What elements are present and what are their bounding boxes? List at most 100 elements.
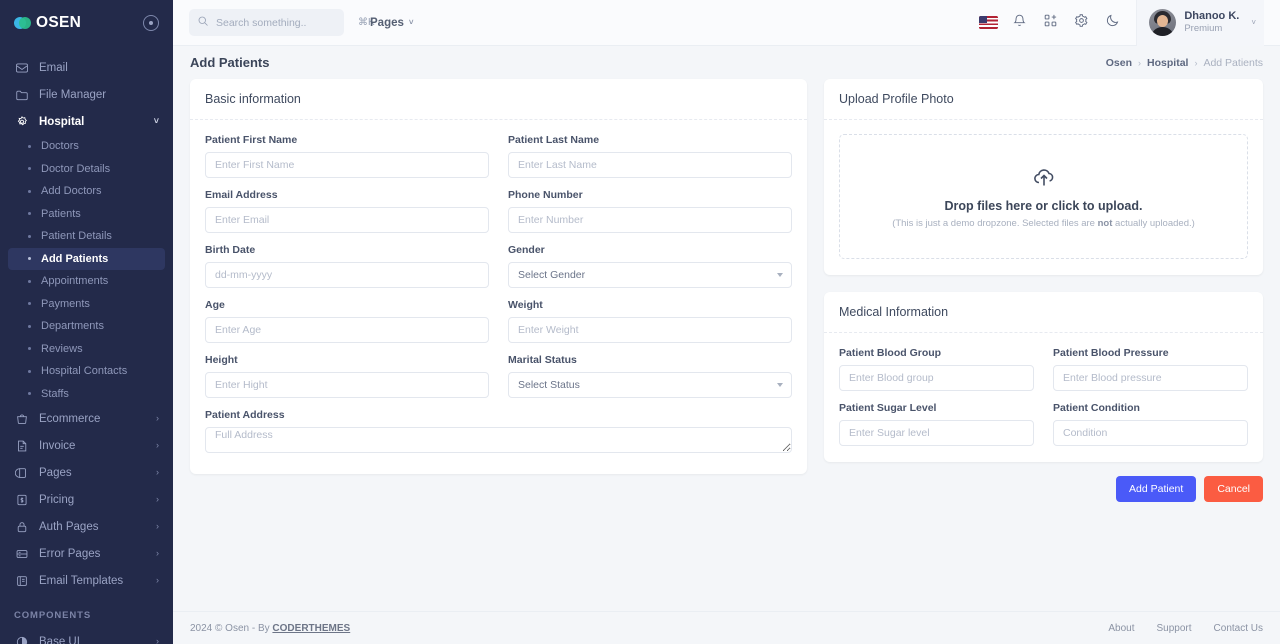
search-input[interactable]: [216, 16, 351, 29]
sidebar-collapse-toggle-icon[interactable]: [143, 15, 159, 31]
chevron-down-icon: ˅: [408, 18, 414, 27]
field-weight: Weight: [508, 299, 792, 343]
sidebar-item-pricing[interactable]: Pricing ›: [0, 486, 173, 513]
sidebar-subitem-doctors[interactable]: Doctors: [8, 135, 165, 158]
language-selector-button[interactable]: [973, 0, 1004, 46]
sidebar-subitem-patient-details[interactable]: Patient Details: [8, 225, 165, 248]
add-patient-button[interactable]: Add Patient: [1116, 476, 1197, 502]
dropzone[interactable]: Drop files here or click to upload. (Thi…: [839, 134, 1248, 259]
patient-first-name-input[interactable]: [205, 152, 489, 178]
email-address-input[interactable]: [205, 207, 489, 233]
dark-mode-toggle[interactable]: [1097, 0, 1128, 46]
field-age: Age: [205, 299, 489, 343]
sidebar-subitem-departments[interactable]: Departments: [8, 315, 165, 338]
gender-select[interactable]: [508, 262, 792, 288]
sidebar-subitem-hospital-contacts[interactable]: Hospital Contacts: [8, 360, 165, 383]
sidebar-subitem-payments[interactable]: Payments: [8, 293, 165, 316]
birth-date-input[interactable]: [205, 262, 489, 288]
field-height: Height: [205, 354, 489, 398]
sidebar-subitem-staffs[interactable]: Staffs: [8, 383, 165, 406]
notifications-button[interactable]: [1004, 0, 1035, 46]
search-box[interactable]: ⌘K: [189, 9, 375, 36]
patient-blood-pressure-input[interactable]: [1053, 365, 1248, 391]
sidebar-item-label: Error Pages: [39, 547, 101, 560]
chevron-right-icon: ›: [156, 548, 159, 558]
sidebar-item-base-ui[interactable]: Base UI ›: [0, 628, 173, 644]
sidebar-brand[interactable]: OSEN: [0, 0, 173, 46]
age-input[interactable]: [205, 317, 489, 343]
pricing-icon: [14, 492, 29, 507]
chevron-down-icon: ˅: [153, 116, 159, 126]
marital-status-select[interactable]: [508, 372, 792, 398]
breadcrumb-item-osen[interactable]: Osen: [1106, 57, 1132, 69]
form-row: Patient Blood Group Patient Blood Pressu…: [839, 347, 1248, 402]
logo[interactable]: OSEN: [14, 14, 81, 32]
chevron-right-icon: ›: [156, 440, 159, 450]
patient-sugar-level-input[interactable]: [839, 420, 1034, 446]
bell-icon: [1012, 13, 1027, 33]
field-label: Age: [205, 299, 225, 311]
weight-input[interactable]: [508, 317, 792, 343]
sidebar-subitem-label: Reviews: [41, 342, 83, 355]
sidebar-subitem-add-doctors[interactable]: Add Doctors: [8, 180, 165, 203]
field-label: Patient Sugar Level: [839, 402, 937, 414]
footer-brand-link[interactable]: CODERTHEMES: [272, 623, 350, 634]
sidebar-subitem-label: Patients: [41, 207, 81, 220]
field-label: Patient Blood Group: [839, 347, 942, 359]
sidebar-item-hospital[interactable]: Hospital ˅: [0, 108, 173, 135]
sidebar-item-label: Invoice: [39, 439, 76, 452]
height-input[interactable]: [205, 372, 489, 398]
main-area: ⌘K Pages ˅: [173, 0, 1280, 644]
invoice-icon: [14, 438, 29, 453]
topbar-actions: Dhanoo K. Premium ˅: [973, 0, 1264, 46]
cancel-button[interactable]: Cancel: [1204, 476, 1263, 502]
sidebar-subitem-label: Patient Details: [41, 230, 112, 243]
sidebar-item-invoice[interactable]: Invoice ›: [0, 432, 173, 459]
breadcrumb-item-hospital[interactable]: Hospital: [1147, 57, 1188, 69]
sidebar-subitem-appointments[interactable]: Appointments: [8, 270, 165, 293]
field-phone-number: Phone Number: [508, 189, 792, 233]
chevron-right-icon: ›: [156, 636, 159, 644]
sidebar-subitem-add-patients[interactable]: Add Patients: [8, 247, 165, 270]
sidebar-item-email[interactable]: Email: [0, 54, 173, 81]
footer-link-about[interactable]: About: [1108, 623, 1134, 634]
medical-information-heading: Medical Information: [824, 292, 1263, 333]
basic-information-heading: Basic information: [190, 79, 807, 120]
patient-address-textarea[interactable]: [205, 427, 792, 453]
footer-links: About Support Contact Us: [1108, 623, 1263, 634]
sidebar-subitem-label: Doctors: [41, 140, 79, 153]
sidebar-item-file-manager[interactable]: File Manager: [0, 81, 173, 108]
phone-number-input[interactable]: [508, 207, 792, 233]
profile-menu[interactable]: Dhanoo K. Premium ˅: [1136, 0, 1264, 46]
sidebar-subitem-label: Departments: [41, 320, 104, 333]
sidebar-section-components: COMPONENTS: [14, 610, 92, 621]
sidebar-item-email-templates[interactable]: Email Templates ›: [0, 567, 173, 594]
medical-information-card: Medical Information Patient Blood Group …: [824, 292, 1263, 462]
sidebar-item-error-pages[interactable]: Error Pages ›: [0, 540, 173, 567]
sidebar-item-auth-pages[interactable]: Auth Pages ›: [0, 513, 173, 540]
sidebar-subitem-patients[interactable]: Patients: [8, 203, 165, 226]
sidebar-item-label: Hospital: [39, 115, 85, 128]
field-label: Gender: [508, 244, 545, 256]
base-ui-icon: [14, 634, 29, 644]
chevron-down-icon: ˅: [1251, 18, 1256, 27]
patient-blood-group-input[interactable]: [839, 365, 1034, 391]
sidebar-subitem-reviews[interactable]: Reviews: [8, 338, 165, 361]
patient-last-name-input[interactable]: [508, 152, 792, 178]
breadcrumb-separator-icon: ›: [1194, 57, 1198, 68]
sidebar-item-ecommerce[interactable]: Ecommerce ›: [0, 405, 173, 432]
cloud-upload-icon: [1032, 165, 1056, 194]
apps-button[interactable]: [1035, 0, 1066, 46]
sidebar-menu: Email File Manager Hospital ˅ Doctors Do…: [0, 46, 173, 644]
sidebar-item-pages[interactable]: Pages ›: [0, 459, 173, 486]
footer-link-support[interactable]: Support: [1157, 623, 1192, 634]
page-content: Basic information Patient First Name Pat…: [173, 79, 1280, 611]
sidebar-subitem-doctor-details[interactable]: Doctor Details: [8, 158, 165, 181]
footer-link-contact-us[interactable]: Contact Us: [1214, 623, 1263, 634]
pages-menu-button[interactable]: Pages ˅: [370, 17, 414, 29]
settings-button[interactable]: [1066, 0, 1097, 46]
patient-condition-input[interactable]: [1053, 420, 1248, 446]
sidebar-subitem-label: Staffs: [41, 387, 69, 400]
breadcrumb-item-current: Add Patients: [1203, 56, 1263, 69]
folder-icon: [14, 87, 29, 102]
